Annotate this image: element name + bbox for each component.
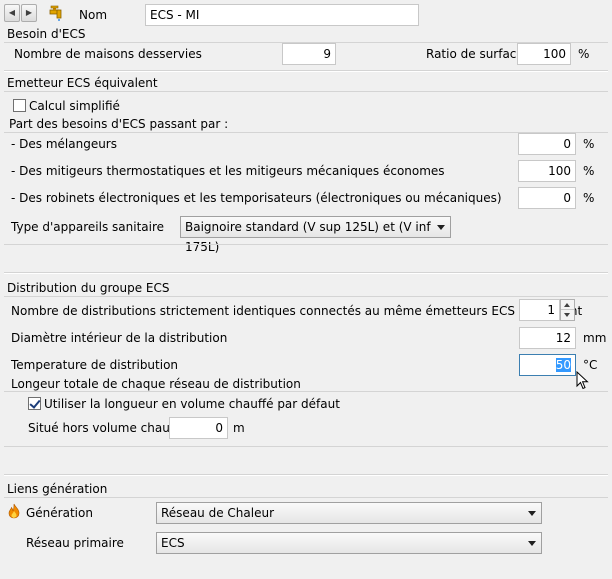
situe-hors-input[interactable]: 0	[169, 417, 228, 439]
ratio-input[interactable]: 100	[517, 43, 571, 65]
flame-icon	[8, 503, 20, 519]
utiliser-longueur-label: Utiliser la longueur en volume chauffé p…	[44, 397, 340, 411]
temperature-input[interactable]: 50	[519, 354, 576, 376]
melangeurs-label: - Des mélangeurs	[11, 137, 117, 151]
emetteur-section-title: Emetteur ECS équivalent	[7, 76, 158, 90]
nb-distributions-label: Nombre de distributions strictement iden…	[11, 304, 583, 318]
temperature-value: 50	[555, 358, 571, 372]
besoin-section-title: Besoin d'ECS	[7, 27, 86, 41]
next-button[interactable]: ▶	[21, 4, 37, 22]
spinner-up-icon[interactable]	[561, 300, 574, 310]
triangle-right-icon: ▶	[25, 8, 33, 17]
reseau-primaire-value: ECS	[161, 536, 185, 550]
maisons-input[interactable]: 9	[282, 43, 336, 65]
diametre-unit: mm	[583, 331, 607, 345]
mouse-cursor-icon	[576, 371, 589, 390]
diametre-label: Diamètre intérieur de la distribution	[11, 331, 228, 345]
robinets-label: - Des robinets électroniques et les temp…	[11, 191, 502, 205]
spinner-down-icon[interactable]	[561, 310, 574, 320]
chevron-down-icon	[528, 511, 536, 516]
reseau-primaire-label: Réseau primaire	[26, 536, 124, 550]
robinets-unit: %	[583, 191, 595, 205]
nom-input[interactable]: ECS - MI	[145, 4, 419, 26]
longueur-label: Longeur totale de chaque réseau de distr…	[11, 377, 301, 391]
nb-distributions-input[interactable]: 1	[519, 299, 560, 321]
situe-hors-label: Situé hors volume chauffé	[28, 421, 186, 435]
ratio-unit: %	[578, 47, 590, 61]
utiliser-longueur-checkbox[interactable]	[28, 397, 41, 410]
mitigeurs-input[interactable]: 100	[518, 160, 576, 182]
nb-distributions-spinner[interactable]	[560, 299, 575, 321]
chevron-down-icon	[528, 541, 536, 546]
chevron-down-icon	[437, 225, 445, 230]
triangle-left-icon: ◀	[8, 8, 16, 17]
robinets-input[interactable]: 0	[518, 187, 576, 209]
type-appareils-label: Type d'appareils sanitaire	[11, 220, 165, 234]
maisons-label: Nombre de maisons desservies	[14, 47, 202, 61]
previous-button[interactable]: ◀	[4, 4, 20, 22]
melangeurs-unit: %	[583, 137, 595, 151]
mitigeurs-unit: %	[583, 164, 595, 178]
calcul-simplifie-checkbox[interactable]	[13, 99, 26, 112]
situe-hors-unit: m	[233, 421, 245, 435]
water-tap-icon	[49, 5, 62, 21]
liens-section-title: Liens génération	[7, 482, 108, 496]
diametre-input[interactable]: 12	[519, 327, 576, 349]
generation-label: Génération	[26, 506, 93, 520]
nom-label: Nom	[79, 8, 108, 22]
ratio-label: Ratio de surface	[426, 47, 524, 61]
melangeurs-input[interactable]: 0	[518, 133, 576, 155]
distribution-section-title: Distribution du groupe ECS	[7, 281, 170, 295]
generation-select[interactable]: Réseau de Chaleur	[156, 502, 542, 524]
generation-value: Réseau de Chaleur	[161, 506, 274, 520]
type-appareils-value: Baignoire standard (V sup 125L) et (V in…	[185, 220, 431, 254]
temperature-label: Temperature de distribution	[11, 358, 179, 372]
type-appareils-select[interactable]: Baignoire standard (V sup 125L) et (V in…	[180, 216, 451, 254]
part-besoins-label: Part des besoins d'ECS passant par :	[9, 117, 229, 131]
calcul-simplifie-label: Calcul simplifié	[29, 99, 120, 113]
reseau-primaire-select[interactable]: ECS	[156, 532, 542, 554]
mitigeurs-label: - Des mitigeurs thermostatiques et les m…	[11, 164, 445, 178]
